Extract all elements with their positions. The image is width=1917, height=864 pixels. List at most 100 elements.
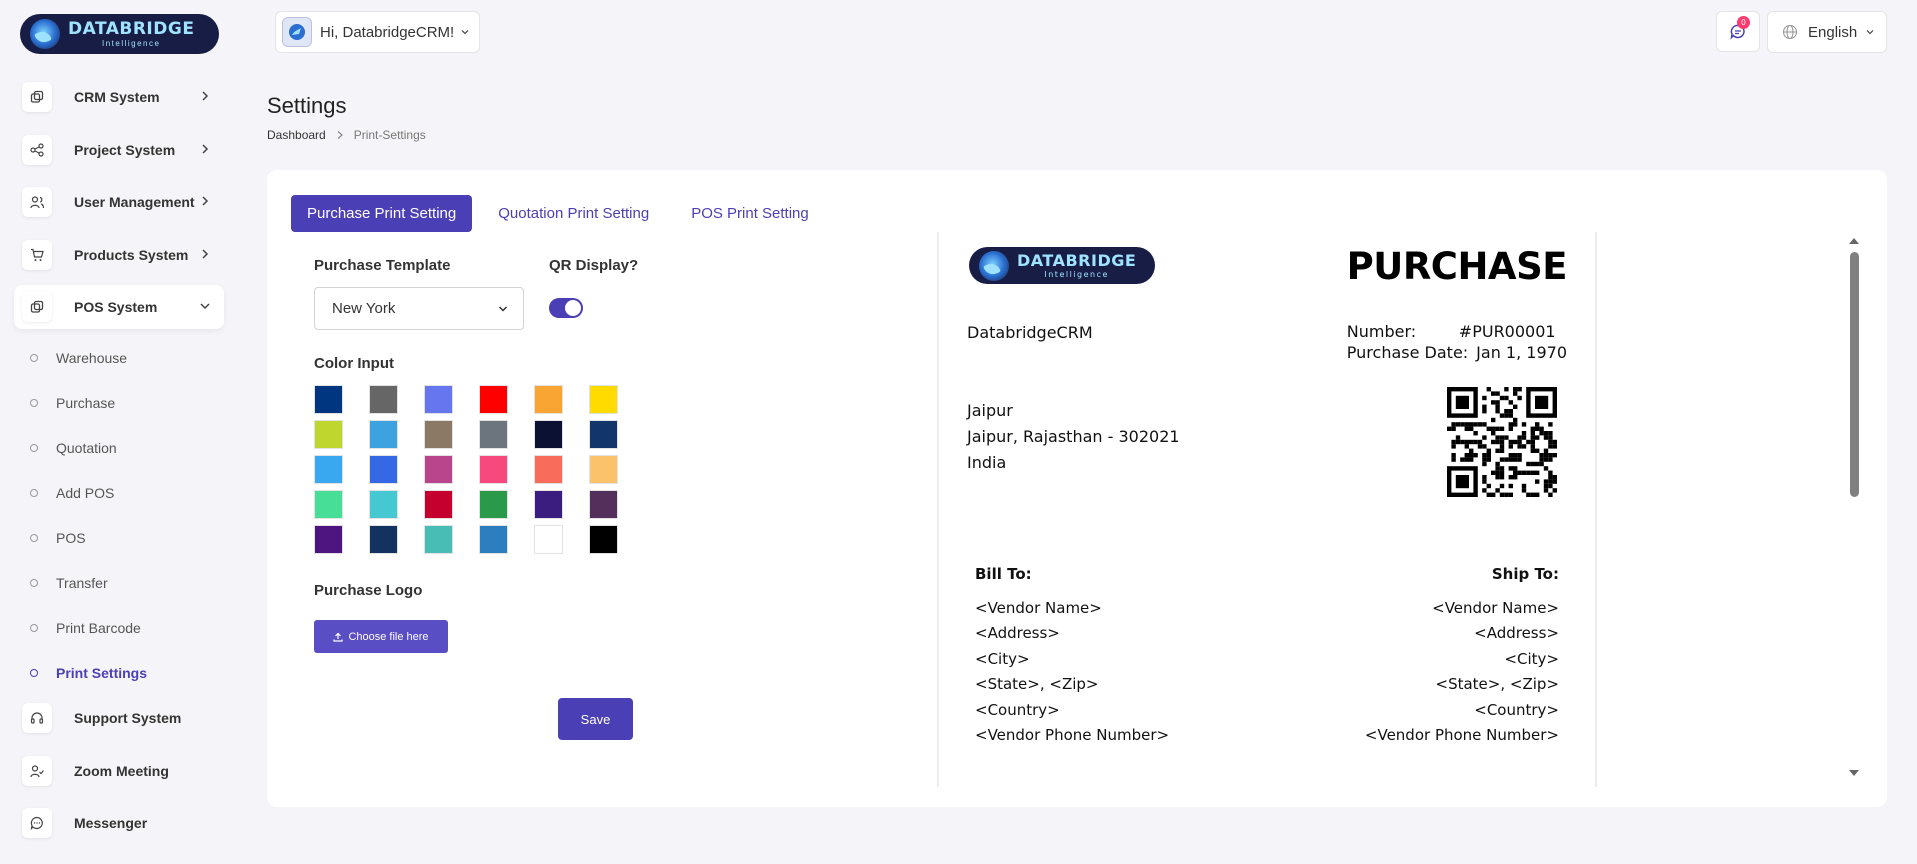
color-swatch-grid — [314, 385, 618, 554]
language-selector[interactable]: English — [1767, 11, 1887, 53]
color-swatch[interactable] — [424, 385, 453, 414]
color-swatch[interactable] — [369, 525, 398, 554]
sidebar-item-project-system[interactable]: Project System — [14, 128, 224, 172]
color-swatch[interactable] — [314, 525, 343, 554]
color-swatch[interactable] — [534, 420, 563, 449]
color-swatch[interactable] — [534, 385, 563, 414]
color-swatch[interactable] — [369, 385, 398, 414]
tab-quotation-print-setting[interactable]: Quotation Print Setting — [482, 195, 665, 232]
sidebar-item-zoom-meeting[interactable]: Zoom Meeting — [14, 749, 224, 793]
template-select[interactable]: New York — [314, 287, 524, 330]
color-swatch[interactable] — [479, 490, 508, 519]
breadcrumb: Dashboard Print-Settings — [267, 128, 426, 142]
color-swatch[interactable] — [424, 490, 453, 519]
project-icon — [22, 134, 52, 165]
sidebar-item-label: POS System — [74, 299, 158, 315]
date-value: Jan 1, 1970 — [1476, 343, 1567, 362]
color-swatch[interactable] — [479, 525, 508, 554]
preview-title: PURCHASE — [1346, 245, 1568, 288]
sidebar-item-label: Products System — [74, 246, 189, 263]
qr-display-toggle[interactable] — [549, 298, 583, 318]
color-swatch[interactable] — [534, 490, 563, 519]
tab-bar: Purchase Print Setting Quotation Print S… — [291, 195, 835, 232]
qr-display-label: QR Display? — [549, 257, 639, 274]
color-swatch[interactable] — [589, 525, 618, 554]
color-swatch[interactable] — [479, 455, 508, 484]
scroll-up-arrow-icon[interactable] — [1847, 236, 1861, 246]
sidebar-item-user-management[interactable]: User Management — [14, 180, 224, 224]
color-swatch[interactable] — [589, 490, 618, 519]
color-swatch[interactable] — [589, 420, 618, 449]
submenu-item-label: Purchase — [56, 394, 116, 411]
submenu-item-purchase[interactable]: Purchase — [30, 380, 220, 425]
bill-to-line: <Vendor Phone Number> — [975, 726, 1170, 744]
color-swatch[interactable] — [534, 525, 563, 554]
purchase-logo-label: Purchase Logo — [314, 582, 423, 599]
bill-to-line: <Country> — [975, 700, 1060, 719]
color-swatch[interactable] — [424, 525, 453, 554]
submenu-item-print-barcode[interactable]: Print Barcode — [30, 605, 220, 650]
pos-submenu: Warehouse Purchase Quotation Add POS POS… — [30, 335, 220, 695]
bill-to-line: <Vendor Name> — [975, 598, 1102, 617]
chevron-right-icon — [202, 143, 209, 154]
scroll-down-arrow-icon[interactable] — [1847, 768, 1861, 778]
color-swatch[interactable] — [589, 455, 618, 484]
sidebar-menu: CRM System Project System User Managemen… — [14, 75, 224, 338]
preview-logo: DATABRIDGE Intelligence — [969, 247, 1155, 284]
globe-icon — [1782, 24, 1798, 40]
sidebar-item-messenger[interactable]: Messenger — [14, 801, 224, 845]
breadcrumb-home-link[interactable]: Dashboard — [267, 128, 326, 142]
page-title: Settings — [267, 93, 347, 118]
brand-logo-mark-icon — [979, 250, 1009, 281]
sidebar-item-label: CRM System — [74, 89, 160, 105]
brand-logo[interactable]: DATABRIDGE Intelligence — [20, 14, 219, 54]
submenu-item-pos[interactable]: POS — [30, 515, 220, 560]
save-button[interactable]: Save — [558, 698, 633, 740]
pos-icon — [22, 292, 52, 322]
submenu-item-label: Print Settings — [56, 664, 148, 681]
sidebar-item-crm-system[interactable]: CRM System — [14, 75, 224, 119]
bill-to-line: <Address> — [975, 624, 1060, 642]
color-swatch[interactable] — [369, 420, 398, 449]
color-swatch[interactable] — [589, 385, 618, 414]
sidebar-item-pos-system[interactable]: POS System — [14, 285, 224, 329]
submenu-item-transfer[interactable]: Transfer — [30, 560, 220, 605]
color-swatch[interactable] — [314, 455, 343, 484]
user-greeting: Hi, DatabridgeCRM! — [320, 23, 455, 41]
address-line: India — [967, 453, 1007, 472]
color-swatch[interactable] — [424, 455, 453, 484]
submenu-item-label: POS — [56, 529, 86, 546]
sidebar-item-label: Zoom Meeting — [74, 762, 169, 779]
preview-scrollbar-thumb[interactable] — [1850, 252, 1859, 497]
submenu-item-quotation[interactable]: Quotation — [30, 425, 220, 470]
color-swatch[interactable] — [479, 420, 508, 449]
language-label: English — [1808, 23, 1858, 41]
color-swatch[interactable] — [314, 385, 343, 414]
color-swatch[interactable] — [369, 490, 398, 519]
color-swatch[interactable] — [314, 490, 343, 519]
preview-address: Jaipur Jaipur, Rajasthan - 302021 India — [967, 398, 1180, 476]
user-menu-button[interactable]: Hi, DatabridgeCRM! — [275, 11, 480, 53]
color-swatch[interactable] — [534, 455, 563, 484]
color-swatch[interactable] — [479, 385, 508, 414]
submenu-item-warehouse[interactable]: Warehouse — [30, 335, 220, 380]
bill-to-line: <City> — [975, 649, 1030, 668]
color-swatch[interactable] — [369, 455, 398, 484]
chevron-right-icon — [337, 131, 343, 139]
notifications-button[interactable]: 0 — [1716, 11, 1760, 52]
ship-to-line: <Country> — [1474, 700, 1559, 719]
bullet-icon — [30, 668, 38, 677]
tab-pos-print-setting[interactable]: POS Print Setting — [675, 195, 825, 232]
template-label: Purchase Template — [314, 257, 451, 274]
sidebar-item-products-system[interactable]: Products System — [14, 233, 224, 277]
submenu-item-label: Quotation — [56, 439, 117, 456]
submenu-item-print-settings[interactable]: Print Settings — [30, 650, 220, 695]
submenu-item-add-pos[interactable]: Add POS — [30, 470, 220, 515]
color-swatch[interactable] — [424, 420, 453, 449]
sidebar-item-label: Support System — [74, 710, 182, 726]
sidebar-item-support-system[interactable]: Support System — [14, 696, 224, 740]
color-swatch[interactable] — [314, 420, 343, 449]
choose-file-button[interactable]: Choose file here — [314, 620, 448, 653]
ship-to-line: <Vendor Name> — [1432, 598, 1559, 617]
tab-purchase-print-setting[interactable]: Purchase Print Setting — [291, 195, 473, 232]
